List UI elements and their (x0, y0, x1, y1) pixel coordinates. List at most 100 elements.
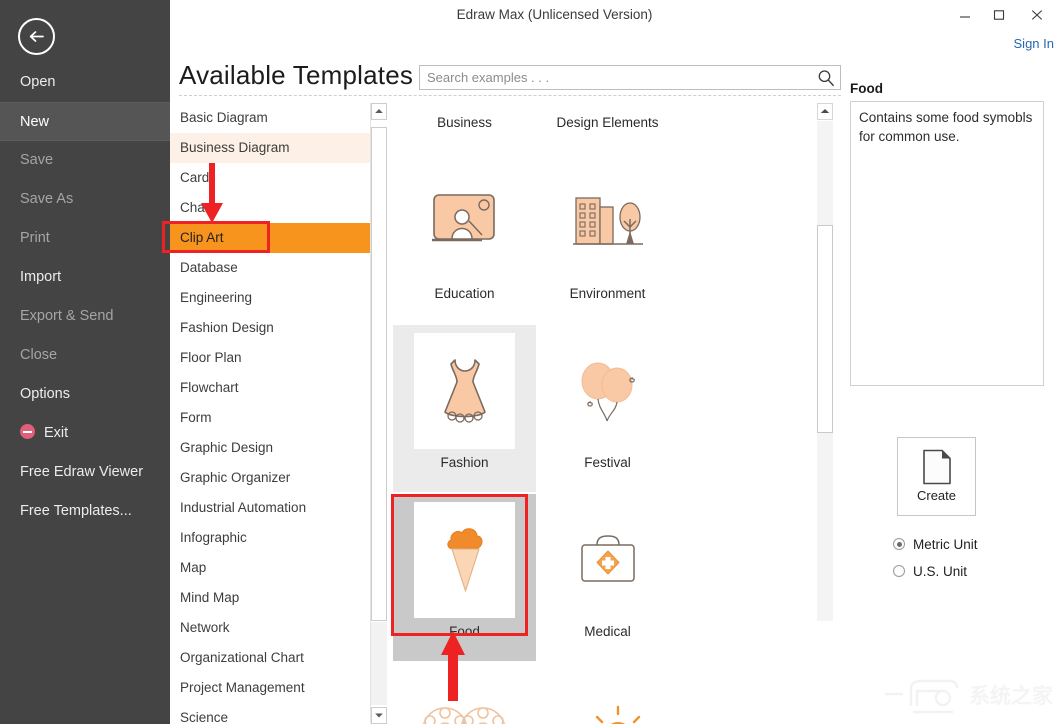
grid-top-label-business: Business (437, 115, 492, 130)
category-label: Database (180, 260, 238, 275)
category-item-fashion-design[interactable]: Fashion Design (170, 313, 370, 343)
radio-metric-unit[interactable]: Metric Unit (893, 537, 978, 552)
close-icon (1031, 10, 1043, 20)
category-label: Industrial Automation (180, 500, 307, 515)
menu-item-open[interactable]: Open (0, 63, 170, 102)
template-thumbnail (414, 333, 515, 449)
minimize-button[interactable] (949, 0, 981, 28)
category-item-project-management[interactable]: Project Management (170, 673, 370, 703)
template-grid-scrollbar[interactable] (817, 103, 834, 724)
category-item-map[interactable]: Map (170, 553, 370, 583)
menu-item-close[interactable]: Close (0, 336, 170, 375)
detail-description: Contains some food symobls for common us… (859, 110, 1033, 144)
category-list-scrollbar[interactable] (370, 103, 387, 724)
maximize-button[interactable] (983, 0, 1015, 28)
category-item-graphic-design[interactable]: Graphic Design (170, 433, 370, 463)
category-item-chart[interactable]: Chart (170, 193, 370, 223)
category-label: Chart (180, 200, 214, 215)
category-label: Business Diagram (180, 140, 290, 155)
category-item-card[interactable]: Card (170, 163, 370, 193)
menu-item-import[interactable]: Import (0, 258, 170, 297)
category-item-industrial-automation[interactable]: Industrial Automation (170, 493, 370, 523)
category-item-form[interactable]: Form (170, 403, 370, 433)
template-tile-festival[interactable]: Festival (536, 325, 679, 492)
scroll-up-button[interactable] (371, 103, 387, 120)
category-label: Floor Plan (180, 350, 242, 365)
create-button-label: Create (916, 488, 957, 503)
search-icon[interactable] (817, 69, 835, 92)
grid-scroll-track[interactable] (817, 121, 833, 621)
template-tile-label: Food (449, 624, 480, 639)
back-button[interactable] (18, 18, 55, 55)
radio-dot-icon (893, 565, 905, 577)
menu-item-save[interactable]: Save (0, 141, 170, 180)
menu-item-options[interactable]: Options (0, 375, 170, 414)
template-tile-food[interactable]: Food (393, 494, 536, 661)
category-label: Fashion Design (180, 320, 274, 335)
menu-item-label: Options (20, 386, 70, 402)
category-label: Engineering (180, 290, 253, 305)
template-tile-medical[interactable]: Medical (536, 494, 679, 661)
category-item-graphic-organizer[interactable]: Graphic Organizer (170, 463, 370, 493)
template-tile-partial-right[interactable] (536, 663, 679, 724)
backstage-sidebar: Open New Save Save As Print Import Expor… (0, 0, 170, 724)
menu-item-exit[interactable]: Exit (0, 414, 170, 453)
category-item-network[interactable]: Network (170, 613, 370, 643)
sunrise-icon (595, 705, 640, 724)
category-item-basic-diagram[interactable]: Basic Diagram (170, 103, 370, 133)
category-item-clip-art[interactable]: Clip Art (170, 223, 370, 253)
category-item-flowchart[interactable]: Flowchart (170, 373, 370, 403)
grid-scroll-thumb[interactable] (817, 225, 833, 433)
search-input[interactable] (427, 66, 807, 89)
menu-item-label: Free Templates... (20, 503, 132, 519)
menu-item-label: Export & Send (20, 308, 114, 324)
menu-item-label: New (20, 114, 50, 130)
close-button[interactable] (1021, 0, 1053, 28)
menu-item-print[interactable]: Print (0, 219, 170, 258)
menu-item-free-edraw-viewer[interactable]: Free Edraw Viewer (0, 453, 170, 492)
backstage-menu-list: Open New Save Save As Print Import Expor… (0, 63, 170, 531)
template-tile-education[interactable]: Education (393, 156, 536, 323)
template-thumbnail (414, 164, 515, 280)
dress-icon (443, 359, 486, 423)
category-label: Form (180, 410, 212, 425)
category-item-floor-plan[interactable]: Floor Plan (170, 343, 370, 373)
menu-item-save-as[interactable]: Save As (0, 180, 170, 219)
template-tile-partial-left[interactable] (393, 663, 536, 724)
scroll-track[interactable] (371, 622, 387, 705)
template-tile-fashion[interactable]: Fashion (393, 325, 536, 492)
sign-in-link[interactable]: Sign In (1014, 36, 1054, 51)
menu-item-free-templates[interactable]: Free Templates... (0, 492, 170, 531)
template-tile-environment[interactable]: Environment (536, 156, 679, 323)
radio-label: U.S. Unit (913, 564, 968, 579)
create-button[interactable]: Create (897, 437, 976, 516)
category-item-science[interactable]: Science (170, 703, 370, 724)
scroll-thumb[interactable] (371, 127, 387, 621)
grid-scroll-up-button[interactable] (817, 103, 833, 120)
category-item-organizational-chart[interactable]: Organizational Chart (170, 643, 370, 673)
scroll-down-button[interactable] (371, 707, 387, 724)
category-label: Organizational Chart (180, 650, 304, 665)
category-item-mind-map[interactable]: Mind Map (170, 583, 370, 613)
menu-item-label: Close (20, 347, 58, 363)
menu-item-export-and-send[interactable]: Export & Send (0, 297, 170, 336)
menu-item-new[interactable]: New (0, 102, 170, 141)
category-item-business-diagram[interactable]: Business Diagram (170, 133, 370, 163)
radio-dot-selected-icon (893, 538, 905, 550)
category-item-engineering[interactable]: Engineering (170, 283, 370, 313)
site-watermark: 系统之家 (885, 679, 1053, 714)
category-label: Clip Art (180, 230, 224, 245)
chevron-down-icon (375, 713, 383, 718)
category-item-infographic[interactable]: Infographic (170, 523, 370, 553)
chevron-up-icon (820, 109, 830, 113)
template-category-list[interactable]: Basic Diagram Business Diagram Card Char… (170, 103, 370, 724)
buildings-tree-icon (572, 197, 643, 245)
radio-us-unit[interactable]: U.S. Unit (893, 564, 967, 579)
category-item-database[interactable]: Database (170, 253, 370, 283)
menu-item-label: Import (20, 269, 62, 285)
edraw-max-window: Open New Save Save As Print Import Expor… (0, 0, 1059, 724)
template-tile-label: Education (434, 286, 495, 301)
menu-item-label: Save As (20, 191, 74, 207)
watermark-text: 系统之家 (969, 684, 1053, 708)
search-box[interactable] (419, 65, 841, 90)
